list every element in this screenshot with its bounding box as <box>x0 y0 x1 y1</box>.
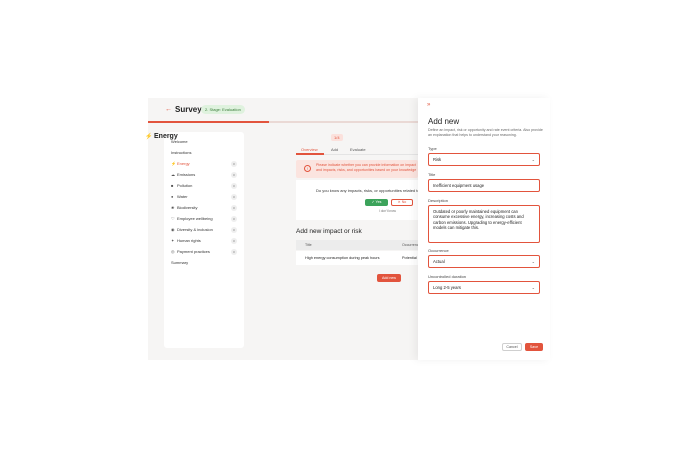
no-button[interactable]: ✕ No <box>391 199 413 206</box>
cell-title: High energy consumption during peak hour… <box>305 256 380 260</box>
add-new-button[interactable]: Add new <box>377 274 401 282</box>
sidebar-item-biodiversity[interactable]: ❀ Biodiversity 0 <box>171 204 237 212</box>
section-title-energy: Energy <box>154 133 178 140</box>
tab-add[interactable]: Add <box>331 147 338 152</box>
chevron-down-icon: ⌄ <box>531 157 535 162</box>
question-text: Do you know any impacts, risks, or oppor… <box>316 188 420 193</box>
sidebar-item-diversity-inclusion[interactable]: ◉ Diversity & inclusion 0 <box>171 226 237 234</box>
cell-occurrence: Potential <box>402 256 417 260</box>
count-badge: 0 <box>231 249 237 255</box>
progress-badge: 1/4 <box>331 134 343 141</box>
double-chevron-right-icon[interactable]: » <box>427 102 431 108</box>
occurrence-select[interactable]: Actual ⌄ <box>428 255 540 268</box>
page-title: Survey <box>175 105 202 114</box>
yes-button[interactable]: ✓ Yes <box>365 199 388 206</box>
col-title: Title <box>305 243 312 247</box>
title-input[interactable]: Inefficient equipment usage <box>428 179 540 192</box>
alert-icon: ! <box>304 165 311 172</box>
count-badge: 0 <box>231 238 237 244</box>
sidebar-item-payment-practices[interactable]: ◎ Payment practices 0 <box>171 248 237 256</box>
count-badge: 0 <box>231 172 237 178</box>
description-textarea[interactable]: Outdated or poorly maintained equipment … <box>428 205 540 243</box>
sidebar-item-pollution[interactable]: ■ Pollution 0 <box>171 182 237 190</box>
count-badge: 0 <box>231 183 237 189</box>
cancel-button[interactable]: Cancel <box>502 343 522 351</box>
duration-select[interactable]: Long 2-5 years ⌄ <box>428 281 540 294</box>
drawer-description: Define an impact, risk or opportunity an… <box>428 128 543 137</box>
count-badge: 0 <box>231 194 237 200</box>
add-impact-heading: Add new impact or risk <box>296 228 362 235</box>
bolt-icon: ⚡ <box>145 134 153 140</box>
back-arrow-icon[interactable]: ← <box>165 106 172 113</box>
question-card: Do you know any impacts, risks, or oppor… <box>296 180 420 220</box>
tab-evaluate[interactable]: Evaluate <box>350 147 366 152</box>
occurrence-label: Occurrence <box>428 248 449 253</box>
table-header: Title Occurrence <box>296 240 421 250</box>
count-badge: 0 <box>231 161 237 167</box>
sidebar: Welcome Instructions ⚡Energy 0 ☁ Emissions… <box>164 132 244 348</box>
tab-indicator <box>296 153 324 155</box>
title-label: Title <box>428 172 436 177</box>
sidebar-item-instructions[interactable]: Instructions <box>171 149 237 157</box>
dont-know-link[interactable]: I don't know <box>379 209 396 213</box>
progress-fill <box>148 121 269 123</box>
stage-badge: 2. Stage: Evaluation <box>201 105 245 114</box>
info-alert: ! Please indicate whether you can provid… <box>296 160 418 178</box>
sidebar-item-water[interactable]: ● Water 0 <box>171 193 237 201</box>
alert-text: Please indicate whether you can provide … <box>316 163 416 172</box>
sidebar-item-welcome[interactable]: Welcome <box>171 138 237 146</box>
sidebar-item-human-rights[interactable]: ✦ Human rights 0 <box>171 237 237 245</box>
chevron-down-icon: ⌄ <box>531 259 535 264</box>
count-badge: 0 <box>231 227 237 233</box>
drawer-title: Add new <box>428 117 460 126</box>
type-label: Type <box>428 146 437 151</box>
sidebar-item-summary[interactable]: Summary <box>171 259 237 267</box>
sidebar-item-emissions[interactable]: ☁ Emissions 0 <box>171 171 237 179</box>
count-badge: 0 <box>231 205 237 211</box>
table-row[interactable]: High energy consumption during peak hour… <box>296 251 418 265</box>
save-button[interactable]: Save <box>525 343 543 351</box>
sidebar-item-energy[interactable]: ⚡Energy 0 <box>171 160 237 168</box>
sidebar-item-employee-wellbeing[interactable]: ♡ Employee wellbeing 0 <box>171 215 237 223</box>
type-select[interactable]: Risk ⌄ <box>428 153 540 166</box>
duration-label: Uncontrolled duration <box>428 274 467 279</box>
count-badge: 0 <box>231 216 237 222</box>
chevron-down-icon: ⌄ <box>531 285 535 290</box>
add-new-drawer: » Add new Define an impact, risk or oppo… <box>418 98 550 360</box>
tab-overview[interactable]: Overview <box>301 147 318 152</box>
description-label: Description <box>428 198 449 203</box>
